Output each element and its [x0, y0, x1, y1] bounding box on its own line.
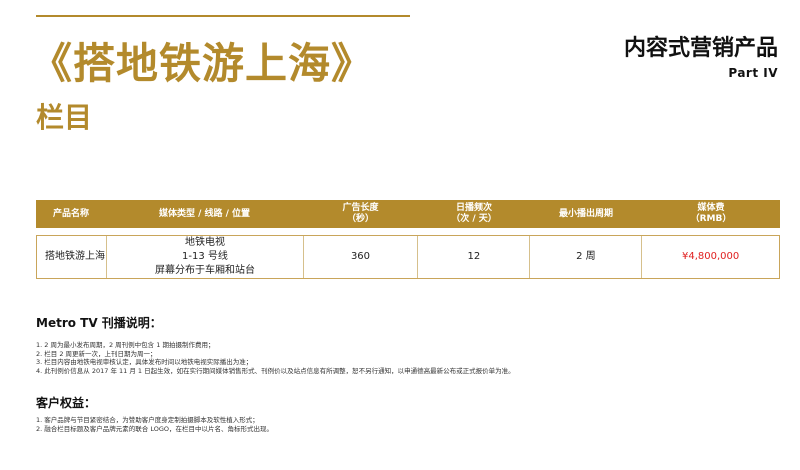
header-media-fee: 媒体费 （RMB） [690, 203, 732, 224]
table-row: 搭地铁游上海 地铁电视 1-13 号线 屏幕分布于车厢和站台 360 12 2 … [37, 236, 779, 278]
benefit-item: 2. 融合栏目标题及客户品牌元素的联合 LOGO，在栏目中以片名、角标形式出现。 [36, 424, 273, 433]
benefit-item: 1. 客户品牌与节目紧密结合，为赞助客户度身定制拍摄脚本及软性植入形式； [36, 416, 259, 424]
cell-media-type: 地铁电视 1-13 号线 屏幕分布于车厢和站台 [107, 236, 304, 278]
cell-ad-length: 360 [304, 236, 419, 278]
table-header: 产品名称 媒体类型 / 线路 / 位置 广告长度 （秒） 日播频次 （次 / 天… [36, 200, 780, 228]
part-label: Part IV [728, 66, 778, 80]
note-item: 1. 2 周为最小发布周期，2 周刊例中包含 1 期拍摄制作费用； [36, 341, 215, 349]
cell-frequency: 12 [418, 236, 531, 278]
table-body: 搭地铁游上海 地铁电视 1-13 号线 屏幕分布于车厢和站台 360 12 2 … [36, 235, 780, 279]
header-media-type: 媒体类型 / 线路 / 位置 [158, 208, 251, 219]
media-line: 屏幕分布于车厢和站台 [154, 265, 255, 276]
benefits-list: 1. 客户品牌与节目紧密结合，为赞助客户度身定制拍摄脚本及软性植入形式； 2. … [36, 416, 273, 433]
header-min-period: 最小播出周期 [558, 208, 613, 219]
note-item: 3. 栏目内容由地铁电视审核认定，具体发布时间以地铁电视实际播出为准； [36, 358, 253, 367]
page-title: 《搭地铁游上海》 [30, 39, 375, 88]
header-product-name: 产品名称 [52, 208, 89, 219]
cell-min-period: 2 周 [530, 236, 643, 278]
section-heading: 内容式营销产品 [623, 36, 778, 61]
page-subtitle: 栏目 [36, 101, 93, 134]
note-item: 4. 此刊例价信息从 2017 年 11 月 1 日起生效，如在实行期间媒体销售… [36, 366, 515, 375]
cell-product-name: 搭地铁游上海 [37, 236, 108, 278]
notes-title: Metro TV 刊播说明： [36, 316, 162, 330]
top-divider [36, 15, 410, 17]
note-item: 2. 栏目 2 周更新一次，上刊日期为周一； [36, 349, 157, 358]
benefits-title: 客户权益： [36, 396, 97, 410]
media-line: 1-13 号线 [182, 251, 228, 262]
header-frequency: 日播频次 （次 / 天） [451, 203, 497, 224]
pricing-table: 产品名称 媒体类型 / 线路 / 位置 广告长度 （秒） 日播频次 （次 / 天… [36, 200, 780, 279]
cell-media-fee: ¥4,800,000 [682, 251, 740, 262]
header-ad-length: 广告长度 （秒） [342, 203, 379, 224]
notes-list: 1. 2 周为最小发布周期，2 周刊例中包含 1 期拍摄制作费用； 2. 栏目 … [36, 341, 515, 375]
media-line: 地铁电视 [184, 237, 225, 248]
